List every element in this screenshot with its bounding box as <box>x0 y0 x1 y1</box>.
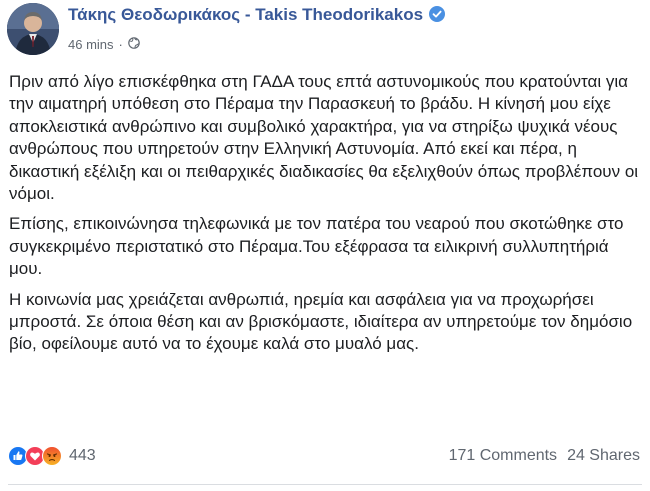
post-body: Πριν από λίγο επισκέφθηκα στη ΓΑΔΑ τους … <box>9 71 643 364</box>
author-name[interactable]: Τάκης Θεοδωρικάκος - Takis Theodorikakos <box>68 5 446 25</box>
reaction-count[interactable]: 443 <box>69 447 96 465</box>
post-meta: 46 mins · <box>68 37 140 52</box>
shares-count-link[interactable]: 24 Shares <box>567 447 640 465</box>
footer-divider <box>8 484 642 485</box>
facebook-post: Τάκης Θεοδωρικάκος - Takis Theodorikakos… <box>0 0 650 491</box>
meta-separator: · <box>118 37 123 52</box>
author-name-text[interactable]: Τάκης Θεοδωρικάκος - Takis Theodorikakos <box>68 5 423 24</box>
verified-badge-icon <box>429 6 446 22</box>
post-footer: 443 171 Comments 24 Shares <box>8 443 642 471</box>
profile-photo <box>7 3 59 55</box>
avatar[interactable] <box>7 3 59 55</box>
post-paragraph: Πριν από λίγο επισκέφθηκα στη ΓΑΔΑ τους … <box>9 72 639 204</box>
angry-icon <box>42 446 62 466</box>
comments-count-link[interactable]: 171 Comments <box>449 447 558 465</box>
reactions-summary[interactable]: 443 <box>8 446 96 466</box>
post-paragraph: Η κοινωνία μας χρειάζεται ανθρωπιά, ηρεμ… <box>9 289 633 354</box>
post-paragraph: Επίσης, επικοινώνησα τηλεφωνικά με τον π… <box>9 214 624 279</box>
engagement-stats: 171 Comments 24 Shares <box>449 447 640 465</box>
timestamp[interactable]: 46 mins <box>68 37 114 52</box>
globe-icon[interactable] <box>128 37 140 52</box>
